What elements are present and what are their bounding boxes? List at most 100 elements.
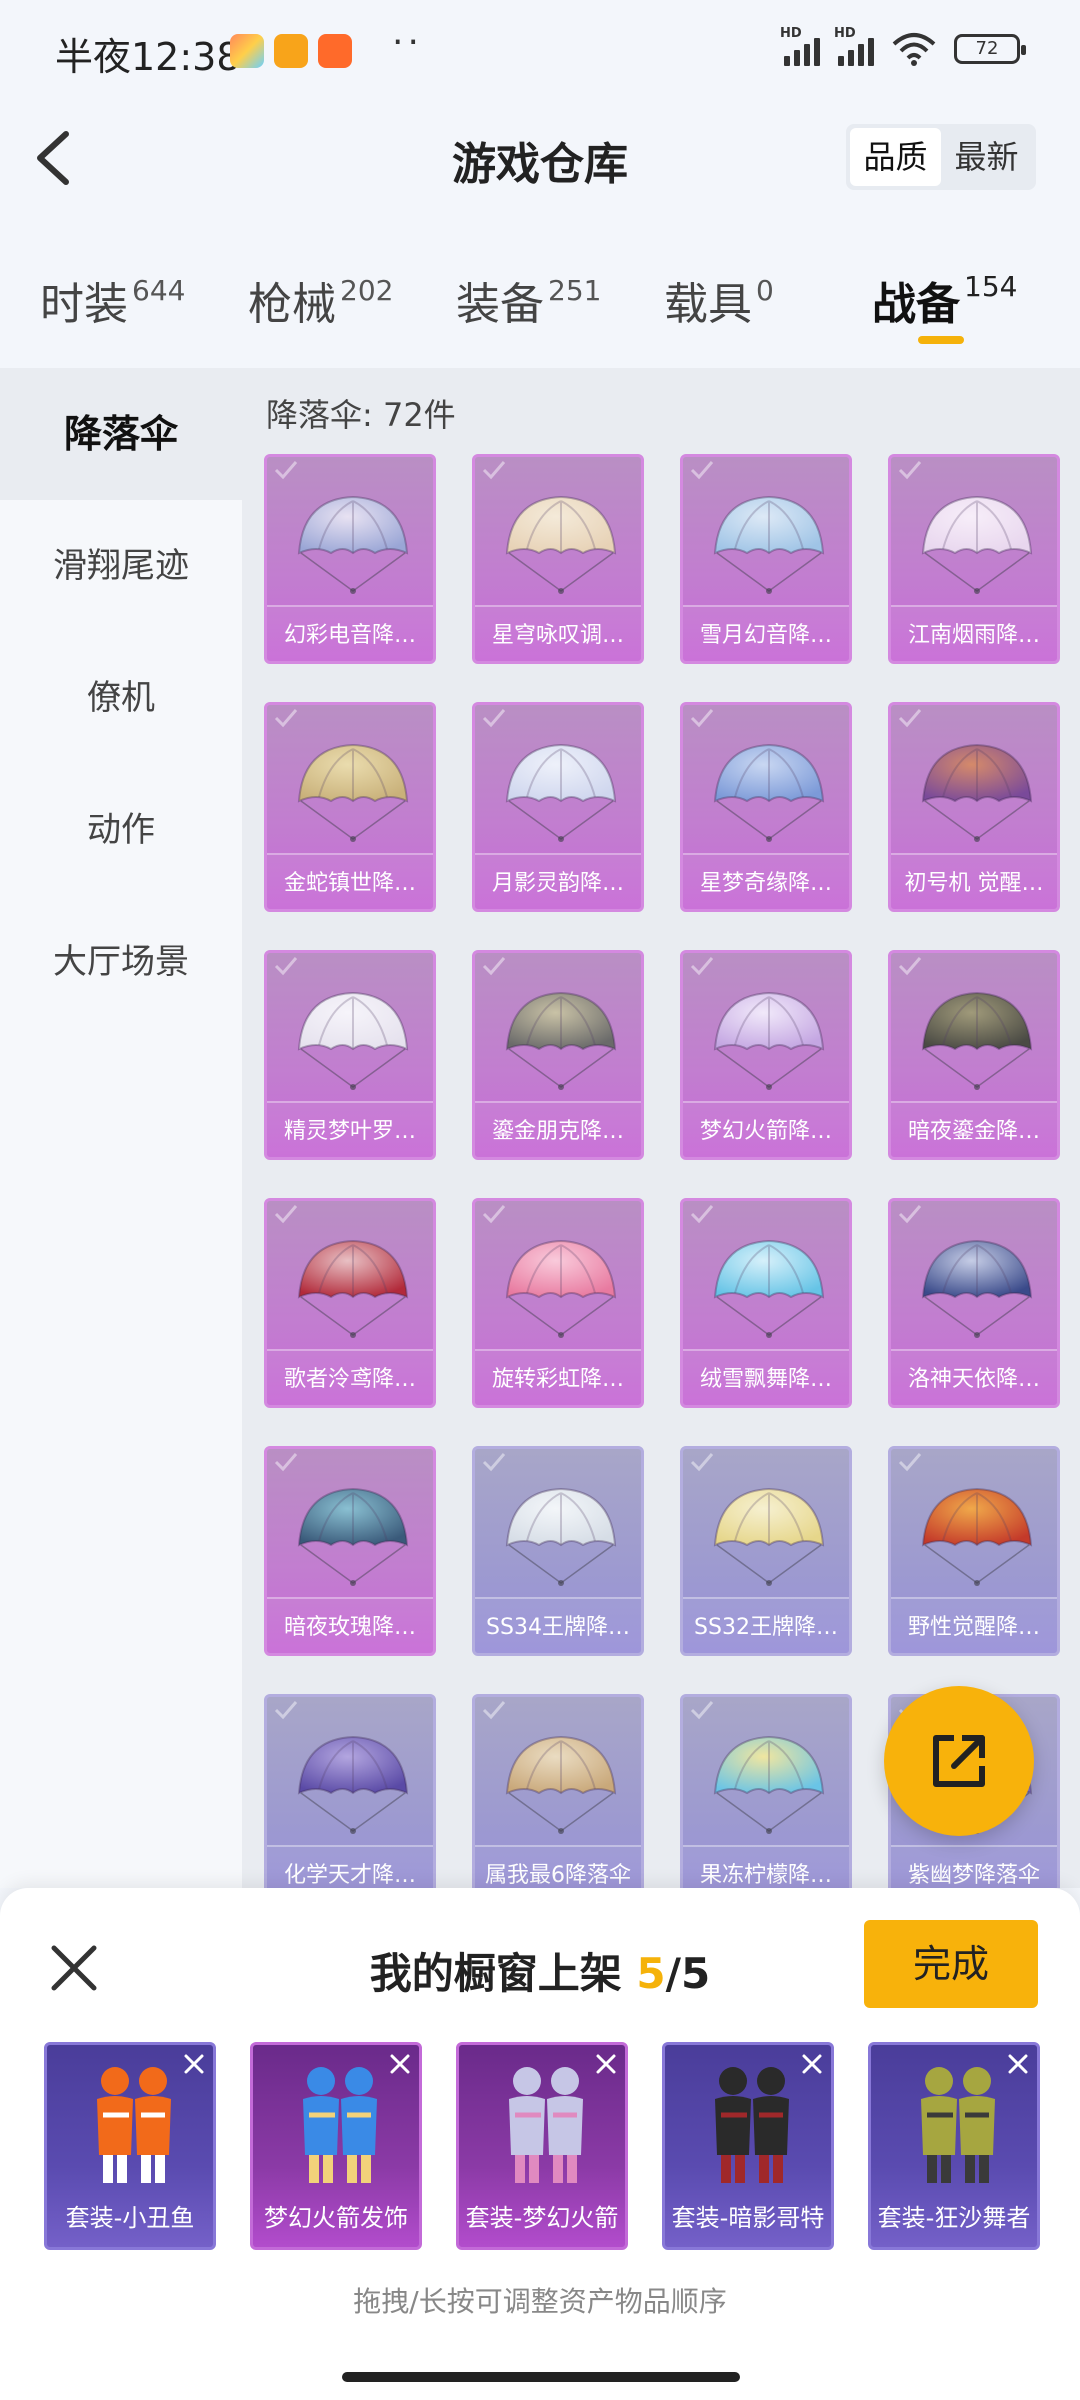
parachute-item[interactable]: 星穹咏叹调…: [472, 454, 644, 664]
item-label: 果冻柠檬降…: [699, 1863, 832, 1888]
check-icon: [690, 461, 714, 480]
parachute-item[interactable]: 金蛇镇世降…: [264, 702, 436, 912]
parachute-item[interactable]: 雪月幻音降…: [680, 454, 852, 664]
parachute-image: [505, 743, 617, 842]
showcase-item[interactable]: 套装-暗影哥特: [662, 2042, 834, 2250]
parachute-item[interactable]: 月影灵韵降…: [472, 702, 644, 912]
parachute-image: [297, 743, 409, 842]
item-label: 月影灵韵降…: [491, 871, 624, 896]
item-label: 幻彩电音降…: [283, 623, 416, 648]
item-label: 属我最6降落伞: [485, 1863, 631, 1888]
sidebar-item-emote[interactable]: 动作: [0, 764, 242, 896]
check-icon: [690, 709, 714, 728]
showcase-item[interactable]: 套装-狂沙舞者: [868, 2042, 1040, 2250]
item-label: 雪月幻音降…: [699, 623, 832, 648]
sidebar-item-glide-trail[interactable]: 滑翔尾迹: [0, 500, 242, 632]
tab-guns[interactable]: 枪械 202: [248, 240, 456, 350]
game-center-icon: [230, 34, 264, 68]
parachute-item[interactable]: 歌者泠鸢降…: [264, 1198, 436, 1408]
status-time: 半夜12:38: [55, 35, 241, 79]
item-label: 暗夜鎏金降…: [907, 1119, 1040, 1144]
done-button[interactable]: 完成: [864, 1920, 1038, 2008]
item-label: 鎏金朋克降…: [491, 1119, 624, 1144]
sort-option-quality[interactable]: 品质: [850, 128, 941, 186]
item-label: 星梦奇缘降…: [699, 871, 832, 896]
sort-toggle: 品质 最新: [846, 124, 1036, 190]
parachute-item[interactable]: 鎏金朋克降…: [472, 950, 644, 1160]
check-icon: [274, 461, 298, 480]
parachute-image: [297, 991, 409, 1090]
home-indicator[interactable]: [342, 2372, 740, 2382]
parachute-item[interactable]: SS34王牌降…: [472, 1446, 644, 1656]
tab-count: 0: [756, 274, 774, 307]
parachute-item[interactable]: 化学天才降…: [264, 1694, 436, 1888]
tab-vehicles[interactable]: 载具 0: [664, 240, 872, 350]
showcase-items: 套装-小丑鱼 梦幻火箭发饰 套装-梦幻火箭 套装-暗影哥特 套装-狂沙舞者: [44, 2042, 1040, 2250]
check-icon: [482, 957, 506, 976]
subcategory-sidebar: 降落伞 滑翔尾迹 僚机 动作 大厅场景: [0, 368, 242, 1888]
check-icon: [274, 957, 298, 976]
item-label: 暗夜玫瑰降…: [283, 1615, 416, 1640]
tab-fashion[interactable]: 时装 644: [40, 240, 248, 350]
parachute-item[interactable]: 精灵梦叶罗…: [264, 950, 436, 1160]
shop-icon: [318, 34, 352, 68]
parachute-image: [505, 495, 617, 594]
parachute-item[interactable]: 洛神天依降…: [888, 1198, 1060, 1408]
parachute-image: [713, 1735, 825, 1834]
parachute-item[interactable]: 属我最6降落伞: [472, 1694, 644, 1888]
check-icon: [274, 709, 298, 728]
share-icon: [933, 1735, 985, 1787]
parachute-item[interactable]: 果冻柠檬降…: [680, 1694, 852, 1888]
parachute-item[interactable]: 暗夜玫瑰降…: [264, 1446, 436, 1656]
parachute-image: [713, 743, 825, 842]
parachute-image: [297, 1735, 409, 1834]
item-label: 金蛇镇世降…: [283, 871, 416, 896]
parachute-item[interactable]: 暗夜鎏金降…: [888, 950, 1060, 1160]
parachute-item[interactable]: 星梦奇缘降…: [680, 702, 852, 912]
tab-count: 251: [548, 274, 602, 307]
status-overflow: ··: [392, 22, 423, 63]
tab-count: 644: [132, 274, 186, 307]
item-content: 降落伞: 72件 幻彩电音降… 星穹咏叹调… 雪月幻音降… 江南烟雨降… 金蛇镇世降… 月…: [242, 368, 1080, 1888]
check-icon: [898, 1205, 922, 1224]
check-icon: [898, 1453, 922, 1472]
sidebar-item-parachute[interactable]: 降落伞: [0, 368, 242, 500]
parachute-item[interactable]: SS32王牌降…: [680, 1446, 852, 1656]
item-label: 紫幽梦降落伞: [907, 1863, 1040, 1888]
outfit-image: [715, 2067, 789, 2183]
parachute-item[interactable]: 江南烟雨降…: [888, 454, 1060, 664]
check-icon: [690, 1205, 714, 1224]
sort-option-newest[interactable]: 最新: [941, 128, 1032, 186]
showcase-item[interactable]: 套装-小丑鱼: [44, 2042, 216, 2250]
tab-label: 载具: [664, 279, 752, 330]
item-label: SS34王牌降…: [486, 1615, 630, 1640]
showcase-total: /5: [665, 1949, 711, 1998]
share-button[interactable]: [884, 1686, 1034, 1836]
parachute-item[interactable]: 幻彩电音降…: [264, 454, 436, 664]
content-heading: 降落伞: 72件: [266, 396, 456, 434]
outfit-image: [921, 2067, 995, 2183]
tab-combat-gear[interactable]: 战备 154: [872, 240, 1080, 350]
showcase-item[interactable]: 梦幻火箭发饰: [250, 2042, 422, 2250]
parachute-image: [505, 1487, 617, 1586]
parachute-item[interactable]: 梦幻火箭降…: [680, 950, 852, 1160]
showcase-item-label: 套装-狂沙舞者: [877, 2204, 1031, 2232]
tab-label: 战备: [872, 279, 960, 330]
item-label: SS32王牌降…: [694, 1615, 838, 1640]
outfit-image: [303, 2067, 377, 2183]
showcase-item[interactable]: 套装-梦幻火箭: [456, 2042, 628, 2250]
tab-equipment[interactable]: 装备 251: [456, 240, 664, 350]
page-header: 游戏仓库 品质 最新: [0, 100, 1080, 220]
parachute-image: [713, 495, 825, 594]
tab-count: 154: [964, 270, 1018, 303]
parachute-item[interactable]: 野性觉醒降…: [888, 1446, 1060, 1656]
item-label: 梦幻火箭降…: [699, 1119, 832, 1144]
sidebar-item-wingman[interactable]: 僚机: [0, 632, 242, 764]
parachute-image: [505, 991, 617, 1090]
parachute-image: [921, 1487, 1033, 1586]
parachute-item[interactable]: 初号机 觉醒…: [888, 702, 1060, 912]
parachute-item[interactable]: 旋转彩虹降…: [472, 1198, 644, 1408]
parachute-item[interactable]: 绒雪飘舞降…: [680, 1198, 852, 1408]
parachute-image: [921, 991, 1033, 1090]
sidebar-item-lobby-scene[interactable]: 大厅场景: [0, 896, 242, 1028]
